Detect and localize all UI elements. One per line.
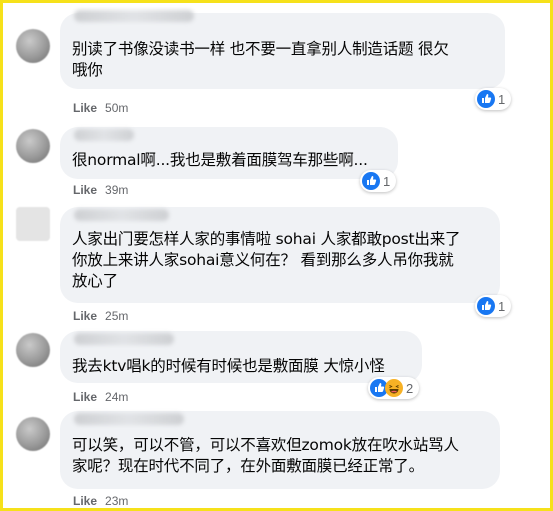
- commenter-name-blurred[interactable]: [74, 209, 169, 221]
- comment-text-line: 我去ktv唱k的时候有时候也是敷面膜 大惊小怪: [72, 357, 385, 375]
- avatar[interactable]: [16, 417, 50, 451]
- comment-timestamp[interactable]: 24m: [105, 390, 128, 404]
- like-button[interactable]: Like: [73, 183, 97, 197]
- comment-text-line: 家呢？现在时代不同了，在外面敷面膜已经正常了。: [72, 457, 424, 475]
- comment-text-line: 别读了书像没读书一样 也不要一直拿别人制造话题 很欠: [72, 40, 449, 58]
- reaction-summary[interactable]: 1: [360, 170, 397, 192]
- comment-timestamp[interactable]: 25m: [105, 309, 128, 323]
- commenter-name-blurred[interactable]: [74, 413, 184, 425]
- like-button[interactable]: Like: [73, 101, 97, 115]
- reaction-count: 2: [406, 380, 414, 396]
- comment-text-line: 可以笑，可以不管，可以不喜欢但zomok放在吹水站骂人: [72, 436, 459, 454]
- avatar[interactable]: [16, 129, 50, 163]
- haha-reaction-icon: [385, 379, 403, 397]
- comment-text-line: 哦你: [72, 61, 103, 79]
- avatar[interactable]: [16, 29, 50, 63]
- comment-bubble: 很normal啊...我也是敷着面膜驾车那些啊...: [60, 127, 398, 179]
- commenter-name-blurred[interactable]: [74, 333, 174, 345]
- like-button[interactable]: Like: [73, 390, 97, 404]
- comment-text: 很normal啊...我也是敷着面膜驾车那些啊...: [72, 150, 368, 171]
- comment-text: 人家出门要怎样人家的事情啦 sohai 人家都敢post出来了 你放上来讲人家s…: [72, 229, 461, 292]
- reaction-summary[interactable]: 1: [475, 295, 512, 317]
- comment-actions: Like 39m: [73, 183, 128, 197]
- comment-actions: Like 23m: [73, 494, 128, 508]
- comment-bubble: 人家出门要怎样人家的事情啦 sohai 人家都敢post出来了 你放上来讲人家s…: [60, 207, 500, 303]
- comments-screenshot-frame: 别读了书像没读书一样 也不要一直拿别人制造话题 很欠 哦你 1 Like 50m …: [0, 0, 553, 511]
- commenter-name-blurred[interactable]: [74, 129, 134, 141]
- avatar[interactable]: [16, 207, 50, 241]
- reaction-summary[interactable]: 1: [475, 88, 512, 110]
- comment-text-line: 很normal啊...我也是敷着面膜驾车那些啊...: [72, 151, 368, 169]
- comment-bubble: 别读了书像没读书一样 也不要一直拿别人制造话题 很欠 哦你: [60, 10, 505, 89]
- comment-timestamp[interactable]: 23m: [105, 494, 128, 508]
- comment-timestamp[interactable]: 50m: [105, 101, 128, 115]
- comment-text-line: 放心了: [72, 272, 118, 290]
- comment-actions: Like 24m: [73, 390, 128, 404]
- comment-timestamp[interactable]: 39m: [105, 183, 128, 197]
- comment-text: 我去ktv唱k的时候有时候也是敷面膜 大惊小怪: [72, 356, 385, 377]
- comment-bubble: 我去ktv唱k的时候有时候也是敷面膜 大惊小怪: [60, 331, 422, 383]
- comment-text: 别读了书像没读书一样 也不要一直拿别人制造话题 很欠 哦你: [72, 39, 449, 81]
- like-reaction-icon: [477, 297, 495, 315]
- reaction-summary[interactable]: 2: [368, 377, 420, 399]
- like-reaction-icon: [477, 90, 495, 108]
- comment-text-line: 人家出门要怎样人家的事情啦 sohai 人家都敢post出来了: [72, 230, 461, 248]
- reaction-count: 1: [498, 298, 506, 314]
- comment-bubble: 可以笑，可以不管，可以不喜欢但zomok放在吹水站骂人 家呢？现在时代不同了，在…: [60, 411, 500, 489]
- commenter-name-blurred[interactable]: [74, 10, 194, 22]
- comment-text: 可以笑，可以不管，可以不喜欢但zomok放在吹水站骂人 家呢？现在时代不同了，在…: [72, 435, 459, 477]
- comment-actions: Like 25m: [73, 309, 128, 323]
- avatar[interactable]: [16, 333, 50, 367]
- like-reaction-icon: [362, 172, 380, 190]
- reaction-count: 1: [383, 173, 391, 189]
- like-button[interactable]: Like: [73, 309, 97, 323]
- like-button[interactable]: Like: [73, 494, 97, 508]
- comment-actions: Like 50m: [73, 101, 128, 115]
- reaction-count: 1: [498, 91, 506, 107]
- comment-text-line: 你放上来讲人家sohai意义何在？ 看到那么多人吊你我就: [72, 251, 454, 269]
